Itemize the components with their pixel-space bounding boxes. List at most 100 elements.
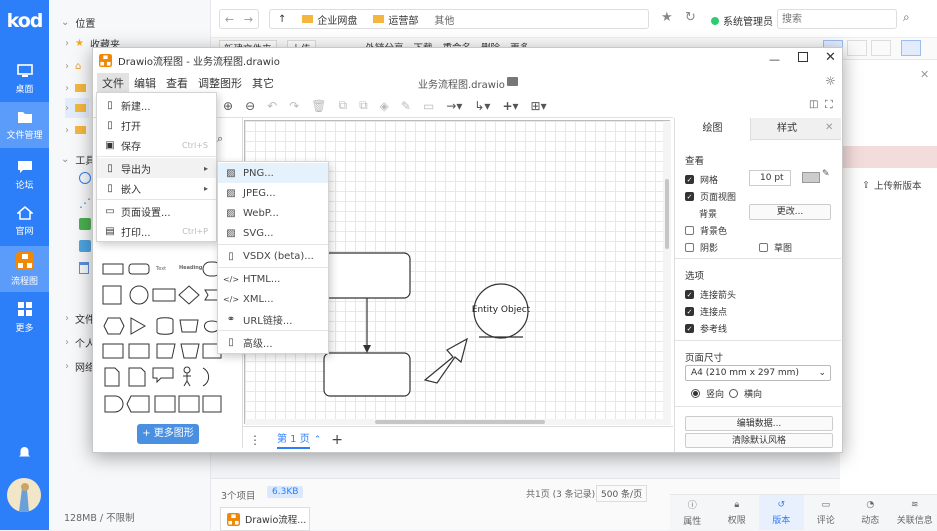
tab-style[interactable]: 样式 <box>752 118 822 140</box>
back-arrow-icon[interactable]: ← <box>225 13 234 26</box>
per-page-select[interactable]: 500 条/页 <box>596 485 647 502</box>
menu-view[interactable]: 查看 <box>161 73 193 93</box>
export-xml[interactable]: </>XML... <box>218 289 328 309</box>
eyedropper-icon[interactable]: ✎ <box>822 169 830 179</box>
grid-color-swatch[interactable] <box>802 172 820 183</box>
clock-icon[interactable] <box>79 172 91 184</box>
fill-color-icon[interactable]: ◈ <box>380 99 389 113</box>
tree-item-selected[interactable]: › <box>65 98 89 118</box>
connect-points-checkbox[interactable]: ✓连接点 <box>685 305 727 318</box>
tree-file[interactable]: ›文件 <box>65 308 95 328</box>
maximize-icon[interactable] <box>798 52 808 62</box>
tab-diagram[interactable]: 绘图 <box>675 118 751 141</box>
tab-comments[interactable]: ▭评论 <box>804 495 849 530</box>
guides-checkbox[interactable]: ✓参考线 <box>685 322 727 335</box>
tab-related[interactable]: ≋关联信息 <box>893 495 937 530</box>
rail-item-desktop[interactable]: 桌面 <box>0 56 49 102</box>
menu-arrange[interactable]: 调整图形 <box>193 73 247 93</box>
zoom-in-icon[interactable]: ⊕ <box>223 99 233 113</box>
rail-item-forum[interactable]: 论坛 <box>0 152 49 198</box>
to-front-icon[interactable]: ⧉ <box>338 98 347 113</box>
tree-item-home[interactable]: ›⌂ <box>65 56 81 76</box>
change-background-button[interactable]: 更改... <box>749 204 831 220</box>
menu-item-export[interactable]: ▯导出为▸ <box>97 158 216 178</box>
landscape-radio[interactable]: 横向 <box>729 387 762 400</box>
tree-network[interactable]: ›网络 <box>65 356 95 376</box>
menu-item-new[interactable]: ▯新建... <box>97 95 216 115</box>
edit-data-button[interactable]: 编辑数据... <box>685 416 833 431</box>
connect-arrows-checkbox[interactable]: ✓连接箭头 <box>685 288 736 301</box>
line-color-icon[interactable]: ✎ <box>401 99 411 113</box>
menu-other[interactable]: 其它 <box>247 73 279 93</box>
rail-item-more[interactable]: 更多 <box>0 294 49 340</box>
breadcrumb-item[interactable]: 运营部 <box>365 9 426 29</box>
up-arrow-icon[interactable]: ↑ <box>270 9 294 29</box>
tree-personal[interactable]: ›个人 <box>65 332 95 352</box>
export-webp[interactable]: ▨WebP... <box>218 203 328 223</box>
tab-properties[interactable]: ⓘ属性 <box>670 495 715 530</box>
tab-permissions[interactable]: 🔒︎权限 <box>715 495 760 530</box>
menu-item-open[interactable]: ▯打开 <box>97 115 216 135</box>
pages-menu-icon[interactable]: ⋮ <box>249 433 261 447</box>
user-avatar[interactable] <box>7 478 41 512</box>
fullscreen-icon[interactable]: ⛶ <box>825 98 833 112</box>
refresh-icon[interactable]: ↻ <box>685 10 696 25</box>
undo-icon[interactable]: ↶ <box>267 99 277 113</box>
menu-item-embed[interactable]: ▯嵌入▸ <box>97 178 216 198</box>
menu-item-save[interactable]: ▣保存Ctrl+S <box>97 135 216 155</box>
export-png[interactable]: ▨PNG... <box>218 163 328 183</box>
grid-view-icon[interactable] <box>847 40 867 56</box>
page-view-checkbox[interactable]: ✓页面视图 <box>685 190 736 203</box>
bell-icon[interactable] <box>18 446 31 459</box>
theme-icon[interactable]: ☼ <box>825 74 836 88</box>
delete-icon[interactable]: 🗑︎ <box>311 99 326 113</box>
tree-location[interactable]: ⌄位置 <box>61 12 95 32</box>
grid-checkbox[interactable]: ✓网格 <box>685 173 718 186</box>
sketch-checkbox[interactable]: 草图 <box>759 241 792 254</box>
process-box-1[interactable] <box>324 253 410 298</box>
rail-item-files[interactable]: 文件管理 <box>0 102 49 148</box>
forward-arrow-icon[interactable]: → <box>244 13 253 26</box>
breadcrumb-item[interactable]: 其他 <box>426 9 462 29</box>
photo-icon[interactable] <box>79 218 91 230</box>
arrow-shape[interactable] <box>425 339 467 383</box>
rail-item-website[interactable]: 官网 <box>0 198 49 244</box>
process-box-2[interactable] <box>324 353 410 396</box>
more-shapes-button[interactable]: + 更多图形 <box>137 424 199 444</box>
menu-edit[interactable]: 编辑 <box>129 73 161 93</box>
share-icon[interactable]: ⋰ <box>79 196 91 210</box>
upload-new-version-button[interactable]: ⇪上传新版本 <box>840 174 937 196</box>
shadow-checkbox[interactable]: 阴影 <box>685 241 718 254</box>
tree-item-folder2[interactable]: › <box>65 120 86 140</box>
user-status[interactable]: 系统管理员 <box>711 13 773 28</box>
trash-icon[interactable] <box>79 262 89 274</box>
chevron-up-icon[interactable]: ⌃ <box>314 435 322 445</box>
close-icon[interactable]: ✕ <box>825 122 833 133</box>
shadow-icon[interactable]: ▭ <box>423 99 434 113</box>
clear-default-style-button[interactable]: 清除默认风格 <box>685 433 833 448</box>
horizontal-scrollbar[interactable] <box>245 419 663 425</box>
portrait-radio[interactable]: 竖向 <box>691 387 724 400</box>
table-icon[interactable]: ⊞▾ <box>531 99 547 113</box>
export-svg[interactable]: ▨SVG... <box>218 223 328 243</box>
tree-tools[interactable]: ⌄工具 <box>61 149 95 169</box>
export-advanced[interactable]: ▯高级... <box>218 332 328 352</box>
tree-item-folder[interactable]: › <box>65 78 86 98</box>
close-icon[interactable]: ✕ <box>920 68 929 81</box>
waypoint-icon[interactable]: ↳▾ <box>474 99 490 113</box>
star-icon[interactable]: ★ <box>661 10 673 25</box>
shape-palette[interactable] <box>101 256 226 416</box>
export-jpeg[interactable]: ▨JPEG... <box>218 183 328 203</box>
folder-icon[interactable] <box>507 77 518 86</box>
rail-item-flowchart[interactable]: 流程图 <box>0 246 49 292</box>
tab-versions[interactable]: ↺版本 <box>759 495 804 530</box>
connection-icon[interactable]: →▾ <box>446 99 462 113</box>
zoom-out-icon[interactable]: ⊖ <box>245 99 255 113</box>
tab-activity[interactable]: ◔动态 <box>848 495 893 530</box>
export-html[interactable]: </>HTML... <box>218 269 328 289</box>
redo-icon[interactable]: ↷ <box>289 99 299 113</box>
taskbar-drawio[interactable]: Drawio流程... <box>220 507 310 531</box>
breadcrumb-item[interactable]: 企业网盘 <box>294 9 365 29</box>
close-icon[interactable]: ✕ <box>825 50 836 65</box>
format-panel-toggle-icon[interactable]: ◫ <box>809 99 818 110</box>
